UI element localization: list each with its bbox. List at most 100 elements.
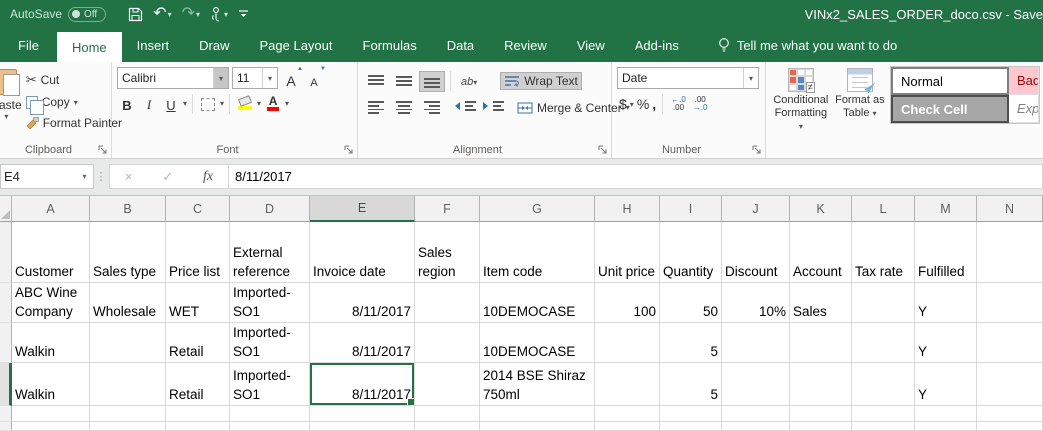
cell-K3[interactable] [790, 323, 852, 363]
column-header-K[interactable]: K [790, 196, 852, 222]
increase-indent-button[interactable] [483, 97, 509, 118]
clipboard-dialog-launcher[interactable] [98, 145, 108, 155]
cell-A1[interactable]: Customer [12, 222, 90, 283]
select-all-corner[interactable] [0, 196, 12, 222]
cell-B2[interactable]: Wholesale [90, 283, 166, 323]
cell-N4[interactable] [977, 363, 1043, 406]
top-align-button[interactable] [363, 71, 389, 92]
cell-A3[interactable]: Walkin [12, 323, 90, 363]
orientation-button[interactable]: ab▾ [456, 68, 482, 94]
font-family-combobox[interactable]: Calibri ▾ [117, 67, 229, 89]
cell-F2[interactable] [415, 283, 480, 323]
insert-function-button[interactable]: fx [203, 169, 213, 185]
cell-I1[interactable]: Quantity [660, 222, 722, 283]
formula-input[interactable]: 8/11/2017 [229, 164, 1043, 189]
cell-L6[interactable] [852, 422, 915, 431]
cell-L5[interactable] [852, 406, 915, 422]
column-header-F[interactable]: F [415, 196, 480, 222]
cell-C1[interactable]: Price list [166, 222, 230, 283]
cell-D1[interactable]: External reference [230, 222, 310, 283]
cell-F6[interactable] [415, 422, 480, 431]
italic-button[interactable]: I [139, 93, 159, 114]
cell-H4[interactable] [595, 363, 660, 406]
column-header-I[interactable]: I [660, 196, 722, 222]
cell-H3[interactable] [595, 323, 660, 363]
cell-I4[interactable]: 5 [660, 363, 722, 406]
cell-N1[interactable] [977, 222, 1043, 283]
middle-align-button[interactable] [391, 71, 417, 92]
cell-M2[interactable]: Y [915, 283, 977, 323]
cell-A2[interactable]: ABC Wine Company [12, 283, 90, 323]
bottom-align-button[interactable] [419, 70, 445, 92]
cell-K1[interactable]: Account [790, 222, 852, 283]
cell-K6[interactable] [790, 422, 852, 431]
cell-D6[interactable] [230, 422, 310, 431]
autosave-control[interactable]: AutoSave Off [10, 6, 107, 22]
cell-L2[interactable] [852, 283, 915, 323]
name-box-dropdown-icon[interactable]: ▾ [76, 172, 93, 181]
format-painter-button[interactable]: Format Painter [22, 114, 126, 132]
fill-color-dropdown-icon[interactable]: ▾ [257, 99, 261, 108]
cell-G4[interactable]: 2014 BSE Shiraz 750ml [480, 363, 595, 406]
format-as-table-button[interactable]: Format as Table ▾ [834, 65, 886, 141]
tab-insert[interactable]: Insert [122, 28, 185, 62]
cell-N6[interactable] [977, 422, 1043, 431]
cell-J3[interactable] [722, 323, 790, 363]
cell-H5[interactable] [595, 406, 660, 422]
style-explanatory[interactable]: Explan [1009, 95, 1039, 123]
autosave-toggle[interactable]: Off [68, 6, 107, 22]
cut-button[interactable]: ✂ Cut [22, 70, 126, 90]
column-header-B[interactable]: B [90, 196, 166, 222]
borders-button[interactable] [198, 93, 218, 114]
cell-H1[interactable]: Unit price [595, 222, 660, 283]
customize-qat-button[interactable] [234, 2, 253, 26]
align-left-button[interactable] [363, 97, 389, 118]
cell-B4[interactable] [90, 363, 166, 406]
cell-E2[interactable]: 8/11/2017 [310, 283, 415, 323]
name-box[interactable]: E4 ▾ [0, 164, 94, 189]
cell-N5[interactable] [977, 406, 1043, 422]
cancel-button[interactable]: × [125, 169, 133, 184]
cell-C5[interactable] [166, 406, 230, 422]
tab-file[interactable]: File [0, 28, 57, 62]
cell-A4[interactable]: Walkin [12, 363, 90, 406]
font-color-button[interactable]: A [263, 93, 283, 114]
cell-F3[interactable] [415, 323, 480, 363]
tab-view[interactable]: View [562, 28, 620, 62]
cell-I5[interactable] [660, 406, 722, 422]
comma-style-button[interactable]: , [652, 96, 656, 112]
column-header-H[interactable]: H [595, 196, 660, 222]
cell-C6[interactable] [166, 422, 230, 431]
row-header-2[interactable] [0, 283, 12, 323]
cell-K2[interactable]: Sales [790, 283, 852, 323]
decrease-font-size-button[interactable]: A [304, 66, 326, 89]
cell-E5[interactable] [310, 406, 415, 422]
conditional-formatting-button[interactable]: ≠ Conditional Formatting ▾ [772, 65, 830, 141]
column-header-J[interactable]: J [722, 196, 790, 222]
font-size-dropdown-icon[interactable]: ▾ [262, 68, 277, 88]
accounting-format-button[interactable]: $ [619, 96, 627, 112]
cell-J4[interactable] [722, 363, 790, 406]
tab-formulas[interactable]: Formulas [348, 28, 432, 62]
cell-G3[interactable]: 10DEMOCASE [480, 323, 595, 363]
touch-mode-button[interactable]: ▾ [206, 2, 232, 26]
column-header-M[interactable]: M [915, 196, 977, 222]
cell-B6[interactable] [90, 422, 166, 431]
formula-bar-resize-handle[interactable]: ⋮ [94, 170, 109, 183]
accounting-dropdown-icon[interactable]: ▾ [630, 100, 634, 109]
cell-N3[interactable] [977, 323, 1043, 363]
active-cell-E4[interactable]: 8/11/2017 [310, 363, 415, 406]
underline-dropdown-icon[interactable]: ▾ [183, 99, 187, 108]
enter-button[interactable]: ✓ [162, 169, 173, 185]
redo-button[interactable]: ↷ ▾ [178, 2, 204, 26]
cell-D3[interactable]: Imported-SO1 [230, 323, 310, 363]
cell-G6[interactable] [480, 422, 595, 431]
cell-J2[interactable]: 10% [722, 283, 790, 323]
align-center-button[interactable] [391, 97, 417, 118]
cell-B5[interactable] [90, 406, 166, 422]
tab-data[interactable]: Data [432, 28, 489, 62]
cell-H2[interactable]: 100 [595, 283, 660, 323]
cell-J6[interactable] [722, 422, 790, 431]
cell-J1[interactable]: Discount [722, 222, 790, 283]
increase-font-size-button[interactable]: A [281, 66, 303, 89]
